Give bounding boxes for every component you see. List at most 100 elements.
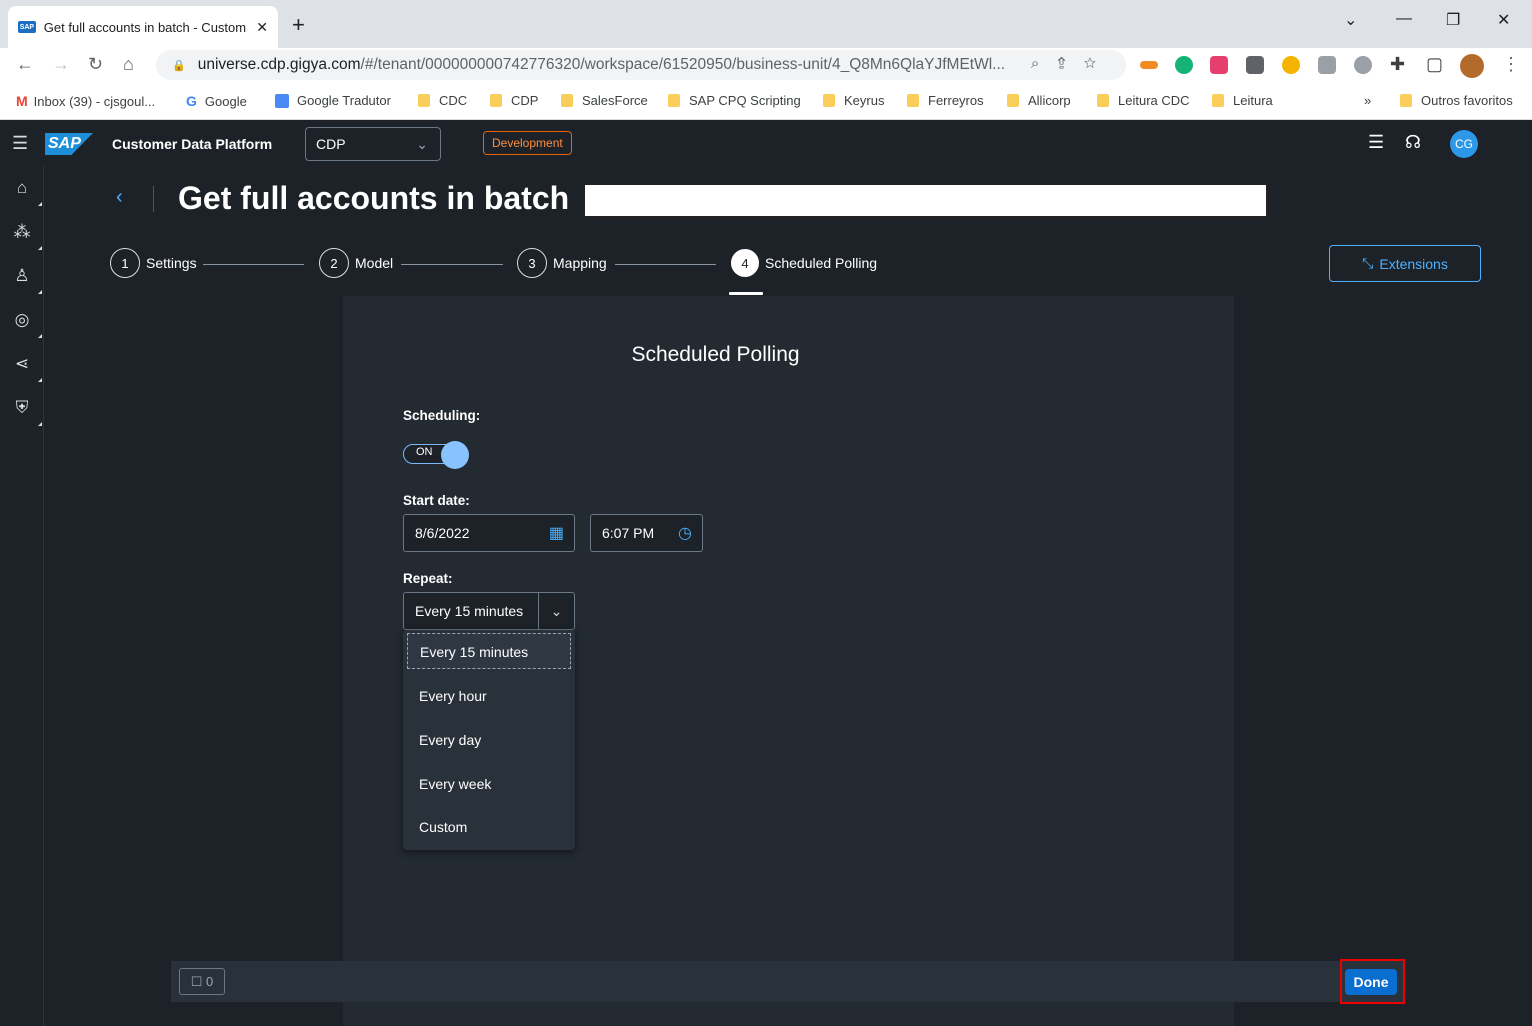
bookmark-item[interactable]: CDP	[490, 93, 538, 108]
forward-arrow-icon[interactable]: →	[52, 54, 70, 75]
option-every-day[interactable]: Every day	[403, 718, 575, 762]
bookmark-item[interactable]: SAP CPQ Scripting	[668, 93, 801, 108]
folder-icon	[1400, 94, 1412, 107]
option-custom[interactable]: Custom	[403, 805, 575, 849]
message-icon: ☐	[190, 973, 203, 989]
restore-icon[interactable]: ❐	[1446, 10, 1460, 30]
extensions-label: Extensions	[1379, 255, 1448, 272]
start-date-field[interactable]: 8/6/2022 ▦	[403, 514, 575, 552]
step-settings[interactable]: 1 Settings	[110, 248, 197, 278]
step-connector	[401, 264, 503, 265]
bookmark-item[interactable]: Google Tradutor	[275, 93, 391, 108]
option-every-hour[interactable]: Every hour	[403, 674, 575, 718]
back-icon[interactable]: ‹	[116, 186, 123, 209]
bookmark-item[interactable]: SalesForce	[561, 93, 648, 108]
share-icon[interactable]: ⇪	[1057, 55, 1083, 72]
folder-icon	[490, 94, 502, 107]
clock-icon[interactable]: ◷	[678, 523, 692, 543]
url-text: universe.cdp.gigya.com/#/tenant/00000000…	[198, 56, 1008, 74]
extensions-icon: ⤡	[1362, 255, 1374, 271]
step-mapping[interactable]: 3 Mapping	[517, 248, 607, 278]
browser-menu-icon[interactable]: ⋮	[1502, 54, 1520, 75]
wizard-steps: 1 Settings 2 Model 3 Mapping 4 Scheduled…	[110, 248, 910, 282]
start-time-field[interactable]: 6:07 PM ◷	[590, 514, 703, 552]
folder-icon	[1007, 94, 1019, 107]
step-scheduled-polling[interactable]: 4 Scheduled Polling	[731, 249, 877, 277]
hierarchy-icon[interactable]: ⁂	[12, 222, 42, 250]
tab-close-icon[interactable]: ✕	[256, 19, 268, 36]
extensions-puzzle-icon[interactable]: ✚	[1390, 54, 1405, 75]
extension-icon[interactable]	[1246, 56, 1264, 74]
user-avatar[interactable]: CG	[1450, 130, 1478, 158]
shield-icon[interactable]: ⛨	[12, 398, 42, 426]
browser-tab[interactable]: SAP Get full accounts in batch - Custome…	[8, 6, 278, 48]
step-model[interactable]: 2 Model	[319, 248, 393, 278]
url-host: universe.cdp.gigya.com	[197, 56, 361, 73]
profile-avatar[interactable]	[1460, 54, 1484, 78]
bookmark-item[interactable]: M Inbox (39) - cjsgoul...	[16, 93, 155, 109]
share-connections-icon[interactable]: ⋖	[12, 354, 42, 382]
step-connector	[203, 264, 304, 265]
bookmark-item[interactable]: Allicorp	[1007, 93, 1071, 108]
shellbar: ☰ SAP Customer Data Platform CDP ⌄ Devel…	[0, 121, 1532, 166]
window-close-icon[interactable]: ✕	[1497, 10, 1510, 30]
start-time-value: 6:07 PM	[602, 525, 655, 541]
extension-xml-icon[interactable]	[1140, 61, 1158, 69]
step-connector	[615, 264, 716, 265]
reload-icon[interactable]: ↻	[88, 54, 103, 75]
step-number: 3	[517, 248, 547, 278]
new-tab-icon[interactable]: +	[292, 12, 305, 38]
bookmark-item[interactable]: Leitura	[1212, 93, 1273, 108]
header-divider	[153, 186, 154, 212]
bookmark-label: Leitura CDC	[1118, 93, 1190, 108]
extensions-button[interactable]: ⤡ Extensions	[1329, 245, 1481, 282]
bookmarks-overflow-icon[interactable]: »	[1364, 93, 1371, 108]
home-icon[interactable]: ⌂	[12, 178, 42, 206]
repeat-select-value: Every 15 minutes	[415, 603, 524, 619]
home-icon[interactable]: ⌂	[123, 54, 134, 75]
bookmark-item[interactable]: Ferreyros	[907, 93, 984, 108]
tab-search-icon[interactable]: ⌄	[1344, 10, 1357, 30]
headset-icon[interactable]: ☊	[1405, 132, 1421, 153]
bookmark-item[interactable]: Keyrus	[823, 93, 884, 108]
layers-icon[interactable]: ☰	[1368, 132, 1384, 153]
user-icon[interactable]: ♙	[12, 266, 42, 294]
extension-icon[interactable]	[1282, 56, 1300, 74]
repeat-label: Repeat:	[403, 571, 453, 586]
omnibox-actions: ⌕⇪☆	[1031, 55, 1114, 72]
zoom-icon[interactable]: ⌕	[1031, 55, 1057, 72]
option-every-week[interactable]: Every week	[403, 762, 575, 806]
lock-icon: 🔒	[172, 59, 186, 72]
calendar-icon[interactable]: ▦	[549, 523, 564, 543]
bookmark-item[interactable]: Leitura CDC	[1097, 93, 1190, 108]
bookmark-label: Leitura	[1233, 93, 1273, 108]
bookmark-item[interactable]: Outros favoritos	[1400, 93, 1513, 108]
bookmark-label: Inbox (39) - cjsgoul...	[33, 93, 156, 109]
minimize-icon[interactable]: —	[1396, 10, 1412, 28]
bookmark-item[interactable]: G Google	[186, 93, 247, 109]
bookmark-item[interactable]: CDC	[418, 93, 467, 108]
message-count: 0	[206, 974, 214, 989]
bookmark-label: Google	[204, 93, 247, 109]
form-panel: Scheduled Polling Scheduling: ON Start d…	[343, 296, 1234, 1026]
target-icon[interactable]: ◎	[12, 310, 42, 338]
messages-button[interactable]: ☐ 0	[179, 968, 225, 995]
bookmarks-bar: M Inbox (39) - cjsgoul... G Google Google …	[0, 86, 1532, 120]
extension-icon[interactable]	[1210, 56, 1228, 74]
side-panel-icon[interactable]: ▢	[1426, 54, 1443, 75]
folder-icon	[418, 94, 430, 107]
app-selector[interactable]: CDP ⌄	[305, 127, 441, 161]
option-every-15-minutes[interactable]: Every 15 minutes	[407, 633, 571, 669]
menu-icon[interactable]: ☰	[12, 133, 28, 154]
folder-icon	[1097, 94, 1109, 107]
extension-icon[interactable]	[1318, 56, 1336, 74]
chevron-down-icon[interactable]: ⌄	[538, 593, 574, 629]
extension-grammarly-icon[interactable]	[1175, 56, 1193, 74]
bookmark-star-icon[interactable]: ☆	[1084, 55, 1114, 72]
extension-icon[interactable]	[1354, 56, 1372, 74]
browser-tabstrip: SAP Get full accounts in batch - Custome…	[0, 0, 1532, 48]
repeat-select[interactable]: Every 15 minutes ⌄	[403, 592, 575, 630]
back-arrow-icon[interactable]: ←	[16, 54, 34, 75]
address-bar[interactable]: 🔒 universe.cdp.gigya.com/#/tenant/000000…	[156, 50, 1126, 80]
scheduling-toggle[interactable]: ON	[403, 441, 469, 469]
